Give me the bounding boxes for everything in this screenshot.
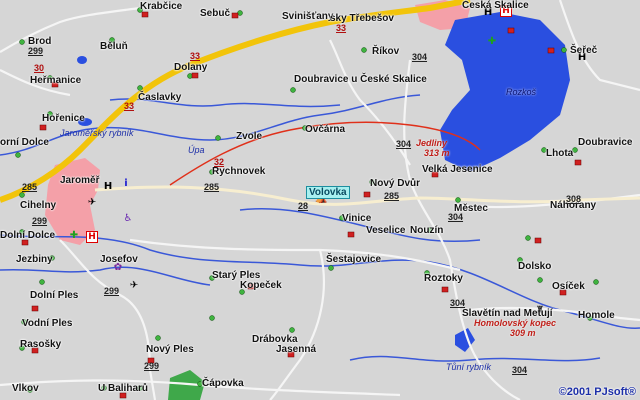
road-number-304: 304 bbox=[396, 139, 412, 149]
town-label-u-baliharu[interactable]: U Baliharů bbox=[98, 383, 148, 394]
airport-icon[interactable]: ✈ bbox=[86, 197, 98, 209]
road-number-285: 285 bbox=[22, 182, 38, 192]
airport-icon[interactable]: ✈ bbox=[128, 280, 140, 292]
upa-label: Úpa bbox=[188, 145, 205, 155]
town-label-belun[interactable]: Běluň bbox=[100, 41, 128, 52]
town-label-serec[interactable]: Šeřeč bbox=[570, 45, 597, 56]
road-number-304: 304 bbox=[448, 212, 464, 222]
road-number-32: 32 bbox=[214, 157, 225, 167]
town-label-dolsko[interactable]: Dolsko bbox=[518, 261, 551, 272]
town-label-dolni-ples[interactable]: Dolní Ples bbox=[30, 290, 78, 301]
road-number-299: 299 bbox=[104, 286, 120, 296]
town-label-cihelny[interactable]: Cihelny bbox=[20, 200, 56, 211]
pharmacy-cross-icon[interactable]: ✚ bbox=[68, 230, 80, 242]
town-label-zvole[interactable]: Zvole bbox=[236, 131, 262, 142]
town-label-ovcarna[interactable]: Ovčárna bbox=[305, 124, 345, 135]
town-label-sestajovice[interactable]: Šestajovice bbox=[326, 254, 381, 265]
road-number-285: 285 bbox=[384, 191, 400, 201]
road-south-2 bbox=[269, 249, 326, 400]
info-icon[interactable]: i bbox=[120, 178, 132, 190]
road-south-1 bbox=[129, 238, 461, 272]
road-number-33: 33 bbox=[336, 23, 347, 33]
town-label-lhota[interactable]: Lhota bbox=[546, 148, 573, 159]
town-label-dolni-dolce[interactable]: Dolní Dolce bbox=[0, 230, 55, 241]
road-number-304: 304 bbox=[450, 298, 466, 308]
road-number-33: 33 bbox=[124, 101, 135, 111]
town-label-ceska-skalice[interactable]: Česká Skalice bbox=[462, 0, 529, 11]
town-label-vodni-ples[interactable]: Vodní Ples bbox=[22, 318, 72, 329]
town-label-homole[interactable]: Homole bbox=[578, 310, 615, 321]
town-label-slavetin[interactable]: Slavětín nad Metují bbox=[462, 308, 553, 319]
town-label-vlkov[interactable]: Vlkov bbox=[12, 383, 39, 394]
road-number-304: 304 bbox=[412, 52, 428, 62]
town-label-doubravice-u-cs[interactable]: Doubravice u České Skalice bbox=[294, 74, 427, 85]
town-label-novy-dvur[interactable]: Nový Dvůr bbox=[370, 178, 420, 189]
road-number-28: 28 bbox=[298, 201, 309, 211]
hospital-icon[interactable]: H bbox=[86, 231, 98, 243]
town-label-dolany[interactable]: Dolany bbox=[174, 62, 207, 73]
town-label-veselice[interactable]: Veselice bbox=[366, 225, 405, 236]
rozkos-label: Rozkoš bbox=[506, 87, 537, 97]
town-label-vinice[interactable]: Vinice bbox=[342, 213, 371, 224]
town-label-novy-ples[interactable]: Nový Ples bbox=[146, 344, 194, 355]
homolovsky-altitude: 309 m bbox=[510, 328, 536, 338]
town-label-rasosky[interactable]: Rasošky bbox=[20, 339, 61, 350]
road-number-308: 308 bbox=[566, 194, 582, 204]
town-label-osicek[interactable]: Osíček bbox=[552, 281, 585, 292]
town-label-svinistany[interactable]: Svinišťany bbox=[282, 11, 333, 22]
town-label-volovka[interactable]: Volovka bbox=[306, 186, 350, 199]
town-label-dolce[interactable]: orní Dolce bbox=[0, 137, 49, 148]
town-label-jaromer[interactable]: Jaroměř bbox=[60, 175, 99, 186]
town-label-hermanice[interactable]: Heřmanice bbox=[30, 75, 81, 86]
tuni-label: Tůní rybník bbox=[446, 362, 492, 372]
road-number-285: 285 bbox=[204, 182, 220, 192]
town-label-horenice[interactable]: Hořenice bbox=[42, 113, 85, 124]
town-label-sebuc[interactable]: Sebuč bbox=[200, 8, 230, 19]
town-label-rikov[interactable]: Říkov bbox=[372, 46, 399, 57]
cross-icon[interactable]: ✚ bbox=[486, 36, 498, 48]
wheelchair-icon[interactable]: ♿ bbox=[122, 213, 134, 225]
road-number-299: 299 bbox=[144, 361, 160, 371]
town-label-roztoky[interactable]: Roztoky bbox=[424, 273, 463, 284]
map-view[interactable]: H i ✈ ♿ H ✚ ✚ H H H ♜ ✈ ✿ ⛺ Rozkoš Úpa J… bbox=[0, 0, 640, 400]
town-label-kopecek[interactable]: Kopeček bbox=[240, 280, 282, 291]
road-number-299: 299 bbox=[32, 216, 48, 226]
town-label-rychnovek[interactable]: Rychnovek bbox=[212, 166, 265, 177]
road-number-30: 30 bbox=[34, 63, 45, 73]
elbe-river bbox=[0, 266, 211, 286]
road-number-299: 299 bbox=[28, 46, 44, 56]
jedliny-altitude: 313 m bbox=[424, 148, 450, 158]
town-label-nouzin[interactable]: Nouzín bbox=[410, 225, 443, 236]
town-label-krabcice[interactable]: Krabčice bbox=[140, 1, 182, 12]
jaromersky-label: Jaroměřský rybník bbox=[60, 128, 134, 138]
upa-river bbox=[0, 94, 421, 156]
road-number-304: 304 bbox=[512, 365, 528, 375]
hotel-icon[interactable]: H bbox=[102, 181, 114, 193]
town-label-josefov[interactable]: Josefov bbox=[100, 254, 138, 265]
town-label-capovka[interactable]: Čápovka bbox=[202, 378, 244, 389]
pond-north bbox=[77, 56, 87, 64]
town-label-jasenna[interactable]: Jasenná bbox=[276, 344, 316, 355]
town-label-jezbiny[interactable]: Jezbiny bbox=[16, 254, 53, 265]
road-number-33: 33 bbox=[190, 51, 201, 61]
copyright-notice: ©2001 PJsoft® bbox=[558, 386, 636, 398]
town-label-velka-jesenice[interactable]: Velká Jesenice bbox=[422, 164, 493, 175]
town-label-doubravice[interactable]: Doubravice bbox=[578, 137, 632, 148]
town-label-caslavky[interactable]: Časlavky bbox=[138, 92, 181, 103]
